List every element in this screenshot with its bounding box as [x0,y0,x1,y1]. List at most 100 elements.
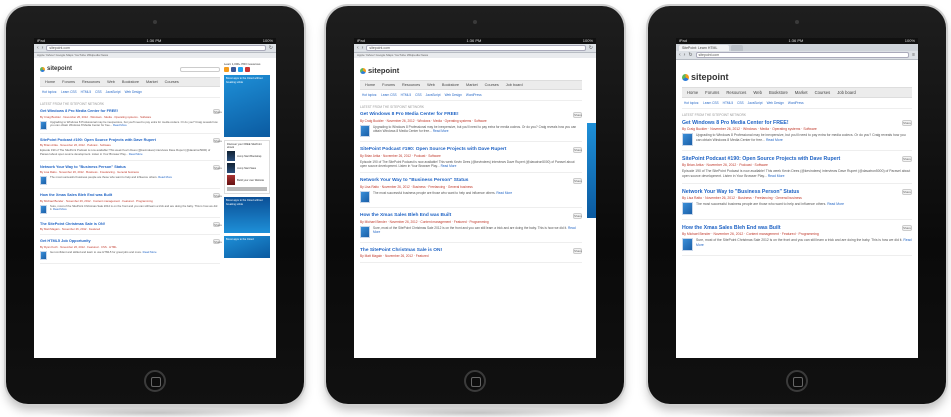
site-logo[interactable]: sitepoint [682,72,729,82]
share-button[interactable]: Share [213,239,222,245]
article-thumbnail[interactable] [40,204,47,214]
read-more-link[interactable]: Read More [158,175,172,179]
subnav-item[interactable]: CSS [737,101,744,105]
article-title[interactable]: Get Windows 8 Pro Media Center for FREE! [40,109,220,114]
subnav-item[interactable]: HTML5 [723,101,733,105]
share-button[interactable]: Share [213,221,222,227]
article-title[interactable]: SitePoint Podcast #190: Open Source Proj… [360,147,582,153]
nav-item-courses[interactable]: Courses [812,89,834,96]
subnav-item[interactable]: Learn CSS [703,101,719,105]
share-button[interactable]: Share [213,137,222,143]
address-bar[interactable]: sitepoint.com [46,45,266,51]
read-more-link[interactable]: Read More [143,250,157,254]
nav-item-job-board[interactable]: Job board [503,82,526,88]
article-title[interactable]: SitePoint Podcast #190: Open Source Proj… [40,138,220,143]
share-button[interactable]: Share [213,164,222,170]
reload-icon[interactable]: ↻ [688,52,692,58]
subnav-item[interactable]: CSS [415,93,422,97]
address-bar[interactable]: sitepoint.com [366,45,586,51]
subnav-item[interactable]: Learn CSS [61,90,77,94]
new-tab-button[interactable] [731,45,743,51]
article-title[interactable]: How the Xmas Sales Bleh End was Built [40,193,220,198]
forward-arrow-icon[interactable]: › [42,45,44,51]
share-button[interactable]: Share [573,212,582,219]
forward-arrow-icon[interactable]: › [684,52,686,58]
article-title[interactable]: Network Your Way to "Business Person" St… [682,189,912,195]
article-title[interactable]: Get HTML5 Job Opportunity [40,239,220,244]
site-logo[interactable]: sitepoint [360,66,399,75]
subnav-item[interactable]: CSS [95,90,102,94]
google-plus-icon[interactable] [245,67,250,72]
nav-item-web[interactable]: Web [104,79,118,85]
nav-item-forums[interactable]: Forums [702,89,722,96]
article-title[interactable]: How the Xmas Sales Bleh End was Built [682,225,912,231]
share-button[interactable]: Share [573,247,582,254]
subnav-item[interactable]: JavaScript [748,101,763,105]
share-button[interactable]: Share [902,188,912,195]
reload-icon[interactable]: ↻ [269,45,273,51]
article-thumbnail[interactable] [360,225,370,238]
read-more-link[interactable]: Read More [113,123,127,127]
back-arrow-icon[interactable]: ‹ [357,45,359,51]
nav-item-bookstore[interactable]: Bookstore [439,82,462,88]
nav-item-resources[interactable]: Resources [399,82,423,88]
home-button-icon[interactable] [144,370,166,392]
article-thumbnail[interactable] [682,133,693,147]
article-thumbnail[interactable] [40,250,47,260]
back-arrow-icon[interactable]: ‹ [37,45,39,51]
share-button[interactable]: Share [902,224,912,231]
share-button[interactable]: Share [902,156,912,163]
article-thumbnail[interactable] [360,190,370,203]
subnav-item[interactable]: JavaScript [106,90,121,94]
nav-item-courses[interactable]: Courses [162,79,182,85]
site-logo[interactable]: sitepoint [40,66,72,72]
sidebar-ad-edge[interactable] [587,123,596,218]
article-thumbnail[interactable] [40,120,47,130]
sidebar-ad[interactable]: Boost apps to the Cloud without breaking… [224,197,270,233]
article-title[interactable]: Network Your Way to "Business Person" St… [40,165,220,170]
address-bar[interactable]: sitepoint.com [695,52,910,58]
article-title[interactable]: Get Windows 8 Pro Media Center for FREE! [682,120,912,126]
nav-item-forums[interactable]: Forums [59,79,78,85]
nav-item-market[interactable]: Market [463,82,481,88]
nav-item-market[interactable]: Market [792,89,811,96]
twitter-icon[interactable] [238,67,243,72]
article-thumbnail[interactable] [682,201,693,215]
nav-item-market[interactable]: Market [143,79,161,85]
book-item[interactable]: Jump Start Sass [227,163,267,173]
sidebar-ad[interactable]: Boost apps to the Cloud without breaking… [224,75,270,137]
read-more-link[interactable]: Read More [827,202,844,206]
article-title[interactable]: SitePoint Podcast #190: Open Source Proj… [682,156,912,162]
subnav-item[interactable]: JavaScript [426,93,441,97]
nav-item-forums[interactable]: Forums [379,82,398,88]
share-button[interactable]: Share [573,112,582,118]
home-button-icon[interactable] [464,370,486,392]
subnav-item[interactable]: WordPress [788,101,804,105]
article-title[interactable]: The SitePoint Christmas Sale is ON! [360,248,582,254]
nav-item-resources[interactable]: Resources [723,89,749,96]
rss-icon[interactable] [224,67,229,72]
share-button[interactable]: Share [213,193,222,199]
back-arrow-icon[interactable]: ‹ [679,52,681,58]
article-thumbnail[interactable] [682,238,693,252]
share-button[interactable]: Share [213,109,222,114]
book-item[interactable]: Build your own Website [227,175,267,185]
subnav-item[interactable]: Learn CSS [381,93,397,97]
home-button-icon[interactable] [786,370,808,392]
read-more-link[interactable]: Read More [53,207,67,212]
download-button[interactable] [227,187,267,191]
subnav-item[interactable]: Web Design [445,93,462,97]
subnav-item[interactable]: Web Design [125,90,142,94]
read-more-link[interactable]: Read More [768,174,785,178]
facebook-icon[interactable] [231,67,236,72]
browser-tab[interactable]: SitePoint: Learn HTML [679,45,729,51]
menu-icon[interactable]: ≡ [912,52,915,58]
book-item[interactable]: Jump Start Bootstrap [227,151,267,161]
nav-item-home[interactable]: Home [362,82,378,88]
sidebar-ad[interactable]: Boost apps to the Cloud [224,236,270,258]
article-thumbnail[interactable] [40,176,47,186]
nav-item-bookstore[interactable]: Bookstore [119,79,142,85]
read-more-link[interactable]: Read More [129,152,143,156]
read-more-link[interactable]: Read More [433,129,449,133]
nav-item-home[interactable]: Home [684,89,701,96]
